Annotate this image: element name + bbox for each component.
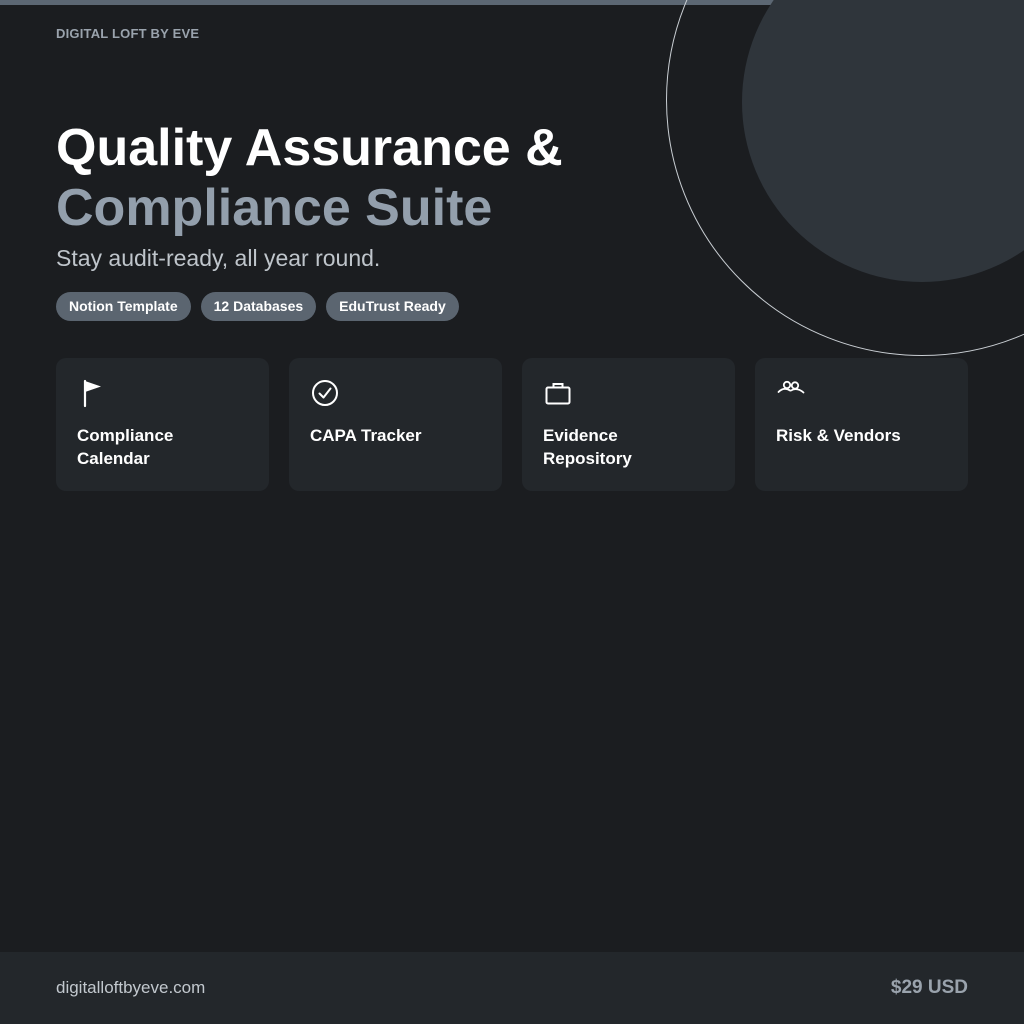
- briefcase-icon: [543, 378, 573, 408]
- people-icon: [776, 378, 806, 408]
- tagline: Stay audit-ready, all year round.: [56, 245, 381, 271]
- card-capa-tracker: CAPA Tracker: [289, 358, 502, 491]
- card-title: Risk & Vendors: [776, 426, 901, 445]
- pill-databases: 12 Databases: [200, 292, 317, 321]
- check-circle-icon: [310, 378, 340, 408]
- card-title: CAPA Tracker: [310, 426, 422, 445]
- pill-edutrust: EduTrust Ready: [326, 292, 459, 321]
- price-label: $29 USD: [890, 977, 968, 998]
- product-banner: DIGITAL LOFT BY EVE Quality Assurance & …: [0, 0, 1024, 1024]
- flag-icon: [77, 378, 107, 408]
- title-line-2: Compliance Suite: [56, 179, 493, 237]
- page-title: Quality Assurance & Compliance Suite: [56, 118, 563, 238]
- card-compliance-calendar: Compliance Calendar: [56, 358, 269, 491]
- feature-cards: Compliance Calendar CAPA Tracker Evidenc…: [56, 358, 968, 491]
- pill-notion-template: Notion Template: [56, 292, 191, 321]
- card-title: Evidence Repository: [543, 426, 632, 468]
- title-line-1: Quality Assurance &: [56, 119, 563, 177]
- card-evidence-repository: Evidence Repository: [522, 358, 735, 491]
- card-title: Compliance Calendar: [77, 426, 174, 468]
- footer-bar: digitalloftbyeve.com $29 USD: [0, 952, 1024, 1024]
- card-risk-vendors: Risk & Vendors: [755, 358, 968, 491]
- top-accent-bar: [0, 0, 775, 5]
- brand-name: DIGITAL LOFT BY EVE: [56, 26, 200, 41]
- website-url: digitalloftbyeve.com: [56, 978, 206, 997]
- feature-pills: Notion Template 12 Databases EduTrust Re…: [56, 292, 459, 321]
